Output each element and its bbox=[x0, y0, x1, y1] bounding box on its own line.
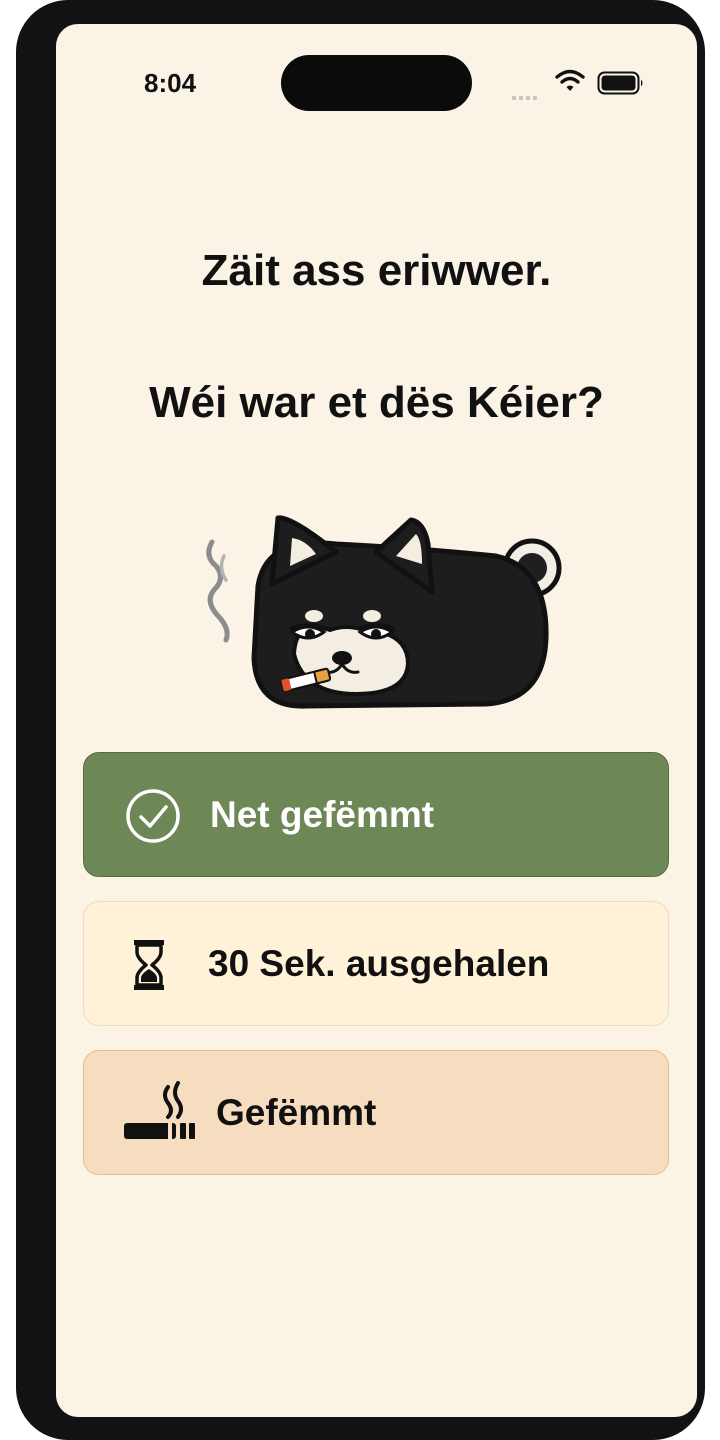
option-smoked-label: Gefëmmt bbox=[216, 1091, 377, 1133]
cigarette-icon bbox=[124, 1081, 195, 1139]
smoking-dog-icon bbox=[206, 515, 562, 709]
option-not-smoked[interactable]: Net gefëmmt bbox=[83, 752, 669, 877]
phone-frame: 8:04 Zäit ass eriwwer. Wéi war et dës Ké… bbox=[16, 0, 705, 1440]
headline-time-over: Zäit ass eriwwer. bbox=[201, 246, 552, 295]
cellular-signal-icon bbox=[512, 87, 540, 105]
dynamic-island bbox=[281, 55, 472, 111]
battery-icon bbox=[597, 71, 643, 95]
screen: 8:04 Zäit ass eriwwer. Wéi war et dës Ké… bbox=[56, 24, 697, 1417]
option-held-out-30s[interactable]: 30 Sek. ausgehalen bbox=[83, 901, 669, 1026]
option-held-out-30s-label: 30 Sek. ausgehalen bbox=[208, 942, 550, 984]
option-not-smoked-label: Net gefëmmt bbox=[210, 793, 435, 835]
option-smoked[interactable]: Gefëmmt bbox=[83, 1050, 669, 1175]
check-circle-icon bbox=[126, 789, 180, 843]
wifi-icon bbox=[555, 69, 585, 91]
status-time: 8:04 bbox=[144, 68, 197, 98]
hourglass-icon bbox=[134, 940, 164, 990]
headline-question: Wéi war et dës Kéier? bbox=[149, 378, 604, 427]
